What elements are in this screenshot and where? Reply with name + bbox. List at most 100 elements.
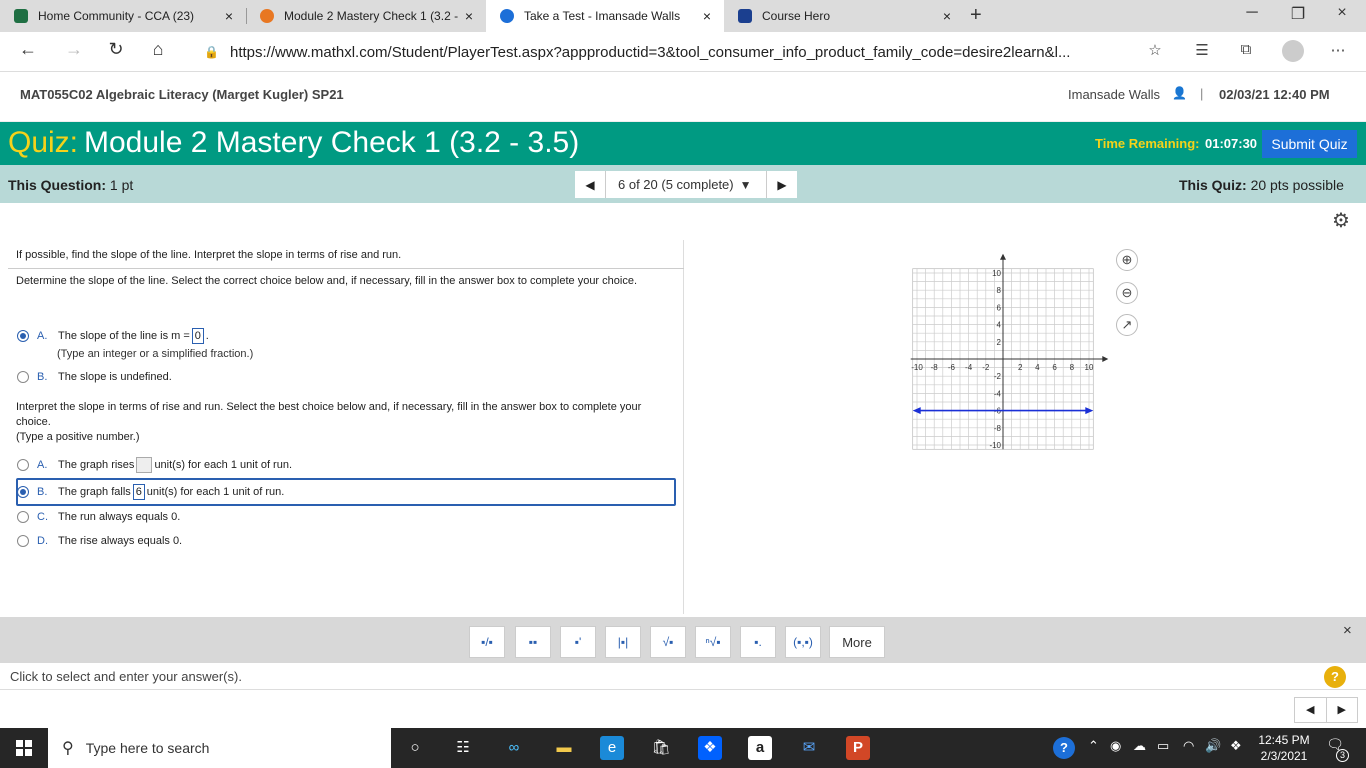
help-icon[interactable]: ? [1324, 666, 1346, 688]
more-button[interactable]: More [829, 626, 885, 658]
taskbar-search[interactable]: ⚲ Type here to search [48, 728, 391, 768]
close-window-button[interactable]: × [1322, 4, 1362, 22]
taskbar-clock[interactable]: 12:45 PM 2/3/2021 [1254, 732, 1314, 764]
next-page-button[interactable]: ▶ [1325, 698, 1358, 722]
y-tick-label: 2 [997, 338, 1002, 347]
collections-icon[interactable]: ⧉ [1234, 41, 1258, 58]
close-tab-icon[interactable]: × [936, 8, 958, 24]
question-navigator: ◀ 6 of 20 (5 complete) ▼ ▶ [575, 171, 797, 198]
gear-icon[interactable]: ⚙ [1332, 208, 1350, 233]
zoom-out-icon[interactable]: ⊖ [1116, 282, 1138, 304]
store-icon[interactable]: 🛍 [649, 736, 673, 760]
radio-unselected[interactable] [17, 511, 29, 523]
this-question-points: This Question: 1 pt [8, 177, 134, 193]
help-tray-icon[interactable]: ? [1053, 737, 1075, 759]
task-view-icon[interactable]: ☷ [451, 736, 475, 760]
fraction-icon[interactable]: ▪/▪ [469, 626, 505, 658]
popout-icon[interactable]: ↗ [1116, 314, 1138, 336]
radio-selected[interactable] [17, 486, 29, 498]
part2-option-c[interactable]: C. The run always equals 0. [17, 511, 180, 523]
nth-root-icon[interactable]: ⁿ√▪ [695, 626, 731, 658]
forward-arrow-icon[interactable]: → [62, 39, 86, 60]
part1-hint: (Type an integer or a simplified fractio… [57, 348, 254, 360]
x-tick-label: -8 [931, 363, 939, 372]
prev-page-button[interactable]: ◀ [1295, 698, 1326, 722]
absolute-value-icon[interactable]: |▪| [605, 626, 641, 658]
close-tab-icon[interactable]: × [218, 8, 240, 24]
math-input-toolbar: ▪/▪ ▪▪ ▪' |▪| √▪ ⁿ√▪ ▪. (▪,▪) More × [0, 617, 1366, 663]
decimal-icon[interactable]: ▪. [740, 626, 776, 658]
status-bar: Click to select and enter your answer(s)… [0, 663, 1366, 690]
volume-icon[interactable]: 🔊 [1205, 738, 1221, 754]
profile-avatar[interactable] [1282, 40, 1304, 62]
file-explorer-icon[interactable]: ▬ [552, 736, 576, 760]
address-bar[interactable]: 🔒 https://www.mathxl.com/Student/PlayerT… [194, 37, 1144, 67]
header-separator: | [1200, 86, 1204, 101]
amazon-icon[interactable]: a [748, 736, 772, 760]
close-tab-icon[interactable]: × [458, 8, 480, 24]
exponent-icon[interactable]: ▪' [560, 626, 596, 658]
part2-option-a[interactable]: A. The graph rises unit(s) for each 1 un… [17, 457, 292, 473]
lock-icon: 🔒 [204, 45, 219, 59]
y-tick-label: -4 [994, 389, 1002, 398]
previous-question-button[interactable]: ◀ [575, 178, 605, 192]
part1-option-b[interactable]: B. The slope is undefined. [17, 371, 172, 383]
radio-unselected[interactable] [17, 535, 29, 547]
radio-selected[interactable] [17, 330, 29, 342]
infinity-app-icon[interactable]: ∞ [502, 736, 526, 760]
next-question-button[interactable]: ▶ [767, 178, 797, 192]
x-tick-label: 8 [1070, 363, 1075, 372]
page-navigator: ◀ ▶ [1294, 697, 1358, 723]
quiz-label: Quiz: [8, 126, 79, 159]
tab-take-a-test[interactable]: Take a Test - Imansade Walls × [486, 0, 724, 32]
tab-home-community[interactable]: Home Community - CCA (23) × [0, 0, 246, 32]
back-arrow-icon[interactable]: ← [16, 39, 40, 60]
ordered-pair-icon[interactable]: (▪,▪) [785, 626, 821, 658]
slope-answer-box[interactable]: 0 [191, 328, 204, 344]
dropdown-arrow-icon: ▼ [739, 177, 752, 192]
home-icon[interactable]: ⌂ [146, 39, 170, 60]
windows-start-icon[interactable] [16, 740, 32, 756]
pearson-favicon-icon [500, 9, 514, 23]
tab-module-2-mastery[interactable]: Module 2 Mastery Check 1 (3.2 - × [246, 0, 486, 32]
search-icon: ⚲ [62, 740, 74, 757]
submit-quiz-button[interactable]: Submit Quiz [1262, 130, 1357, 158]
x-tick-label: -4 [965, 363, 973, 372]
part2-option-d[interactable]: D. The rise always equals 0. [17, 535, 182, 547]
radio-unselected[interactable] [17, 459, 29, 471]
radio-unselected[interactable] [17, 371, 29, 383]
new-tab-button[interactable]: + [970, 4, 982, 27]
powerpoint-icon[interactable]: P [846, 736, 870, 760]
battery-icon[interactable]: ▭ [1157, 738, 1169, 754]
tab-course-hero[interactable]: Course Hero × [724, 0, 964, 32]
question-select-dropdown[interactable]: 6 of 20 (5 complete) ▼ [605, 171, 767, 198]
tray-app-icon[interactable]: ◉ [1110, 738, 1121, 754]
cortana-icon[interactable]: ○ [403, 736, 427, 760]
minimize-button[interactable]: ─ [1232, 4, 1272, 22]
question-panel: If possible, find the slope of the line.… [8, 240, 684, 614]
chevron-up-icon[interactable]: ⌃ [1088, 738, 1099, 754]
close-tab-icon[interactable]: × [696, 8, 718, 24]
fall-answer-box[interactable]: 6 [132, 484, 145, 500]
settings-more-icon[interactable]: ⋯ [1326, 41, 1350, 59]
zoom-in-icon[interactable]: ⊕ [1116, 249, 1138, 271]
wifi-icon[interactable]: ◠ [1183, 738, 1194, 754]
mixed-number-icon[interactable]: ▪▪ [515, 626, 551, 658]
mail-icon[interactable]: ✉ [797, 736, 821, 760]
onedrive-icon[interactable]: ☁ [1133, 738, 1146, 754]
square-root-icon[interactable]: √▪ [650, 626, 686, 658]
favorites-icon[interactable]: ☰ [1190, 41, 1214, 59]
restore-button[interactable]: ❐ [1278, 4, 1318, 24]
close-toolbar-icon[interactable]: × [1343, 622, 1352, 639]
refresh-icon[interactable]: ↻ [104, 39, 128, 60]
part2-option-b[interactable]: B. The graph falls 6 unit(s) for each 1 … [17, 484, 284, 500]
part2-prompt: Interpret the slope in terms of rise and… [16, 401, 642, 428]
x-tick-label: 4 [1035, 363, 1040, 372]
notification-icon[interactable]: 🗨 3 [1323, 736, 1349, 762]
dropbox-icon[interactable]: ❖ [698, 736, 722, 760]
add-favorite-icon[interactable]: ☆ [1143, 41, 1167, 59]
edge-browser-icon[interactable]: e [600, 736, 624, 760]
rise-answer-box[interactable] [136, 457, 153, 473]
part1-option-a[interactable]: A. The slope of the line is m = 0 . [17, 328, 209, 344]
dropbox-tray-icon[interactable]: ❖ [1230, 738, 1242, 754]
